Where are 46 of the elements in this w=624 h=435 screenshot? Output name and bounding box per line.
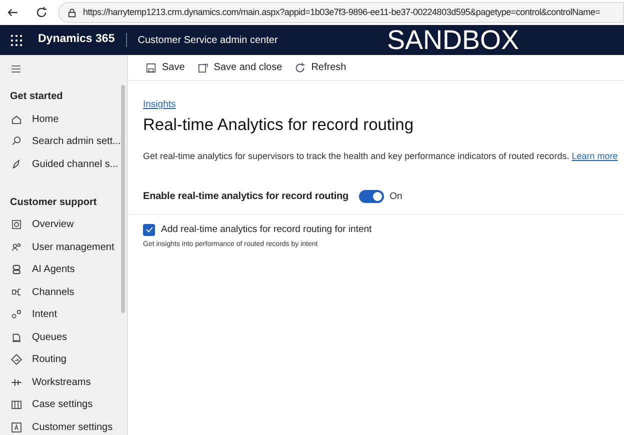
learn-more-link[interactable]: Learn more: [572, 151, 618, 162]
circles-icon: [10, 308, 23, 322]
command-button[interactable]: Save and close: [196, 60, 282, 75]
command-button[interactable]: Save: [145, 60, 185, 75]
nav-item[interactable]: Intent: [0, 304, 119, 326]
breadcrumb-link[interactable]: Insights: [143, 98, 176, 112]
url-text: https://harrytemp1213.crm.dynamics.com/main.aspx?appid=1b03e7f3-9896-ee11-be37-00224803d595&pagetype=control&controlName=: [83, 6, 600, 19]
toggle-switch[interactable]: [358, 190, 384, 204]
section-heading: Get started: [10, 90, 64, 104]
area-name: Customer Service admin center: [138, 34, 278, 48]
people-icon: [10, 240, 23, 254]
diamond-icon: [10, 353, 23, 366]
command-button[interactable]: Refresh: [294, 60, 346, 75]
app-name[interactable]: Dynamics 365: [38, 31, 115, 49]
reload-icon[interactable]: [35, 6, 48, 19]
nav-item[interactable]: Routing: [0, 348, 119, 371]
robot-icon: [10, 263, 23, 276]
contact-card-icon: [10, 420, 23, 434]
nav-item[interactable]: Channels: [0, 281, 119, 304]
toggle-state: On: [390, 190, 402, 204]
address-bar[interactable]: https://harrytemp1213.crm.dynamics.com/main.aspx?appid=1b03e7f3-9896-ee11-be37-00224803d595&pagetype=control&controlName=: [58, 2, 624, 23]
section-heading: Customer support: [10, 196, 98, 210]
save-close-icon: [196, 62, 209, 74]
nav-item[interactable]: AI Agents: [0, 258, 119, 281]
save-icon: [145, 62, 157, 74]
nav-item[interactable]: Guided channel s...: [0, 153, 119, 176]
checkmark-icon: [144, 225, 154, 234]
nav-item[interactable]: Customer settings: [0, 416, 119, 435]
checkbox[interactable]: [143, 224, 155, 236]
nav-item[interactable]: Home: [0, 108, 119, 130]
lock-icon: [67, 8, 77, 18]
refresh-icon: [294, 62, 306, 74]
menu-icon[interactable]: [10, 63, 22, 75]
nav-item[interactable]: Search admin sett...: [0, 130, 119, 153]
app-launcher-icon[interactable]: [11, 34, 22, 46]
setting-label: Enable real-time analytics for record routing: [143, 190, 349, 204]
nav-item[interactable]: Queues: [0, 326, 119, 348]
nav-item[interactable]: Case settings: [0, 394, 119, 416]
environment-label: SANDBOX: [387, 26, 520, 54]
page-title: Real-time Analytics for record routing: [143, 115, 415, 136]
nav-item[interactable]: User management: [0, 236, 119, 258]
description: Get real-time analytics for supervisors to track the health and key performance indicators of routed records. Learn more: [143, 150, 619, 164]
nav-item[interactable]: Workstreams: [0, 371, 119, 394]
nav-item[interactable]: Overview: [0, 214, 119, 236]
checkbox-label: Add real-time analytics for record routing for intent: [161, 222, 372, 237]
back-icon[interactable]: [6, 6, 19, 19]
